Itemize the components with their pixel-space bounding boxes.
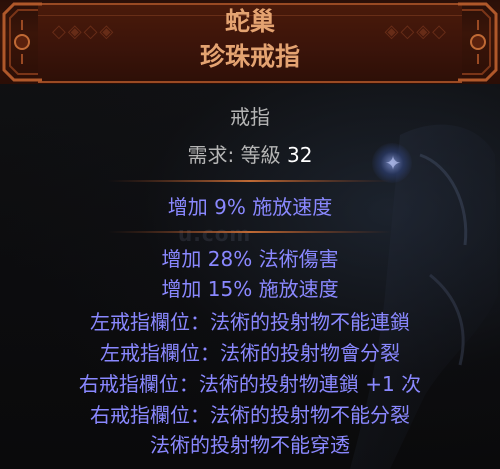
requirement-label: 需求: 等級: [187, 143, 281, 167]
explicit-mod: 右戒指欄位：法術的投射物連鎖 +1 次: [78, 372, 422, 396]
item-tooltip: ✦ u.com ◇◈◇◈ ◈◇◈◇ 蛇巢 珍珠戒指 戒指 需求: 等級 32 增…: [0, 0, 500, 469]
explicit-mod: 增加 28% 法術傷害: [161, 247, 339, 271]
explicit-mod: 右戒指欄位：法術的投射物不能分裂: [90, 403, 410, 427]
separator-2: [108, 231, 392, 233]
item-name: 蛇巢: [224, 7, 275, 36]
explicit-mod: 左戒指欄位：法術的投射物不能連鎖: [90, 310, 410, 334]
implicit-mod: 增加 9% 施放速度: [167, 195, 333, 219]
item-header: ◇◈◇◈ ◈◇◈◇ 蛇巢 珍珠戒指: [0, 0, 500, 84]
item-class: 戒指: [230, 105, 270, 129]
explicit-mod: 法術的投射物不能穿透: [150, 433, 350, 457]
separator-1: [108, 180, 392, 182]
requirement-value: 32: [287, 143, 313, 167]
explicit-mod: 增加 15% 施放速度: [161, 277, 339, 301]
explicit-mod: 左戒指欄位：法術的投射物會分裂: [100, 341, 400, 365]
requirement-line: 需求: 等級 32: [0, 141, 500, 169]
item-base-type: 珍珠戒指: [199, 42, 300, 71]
